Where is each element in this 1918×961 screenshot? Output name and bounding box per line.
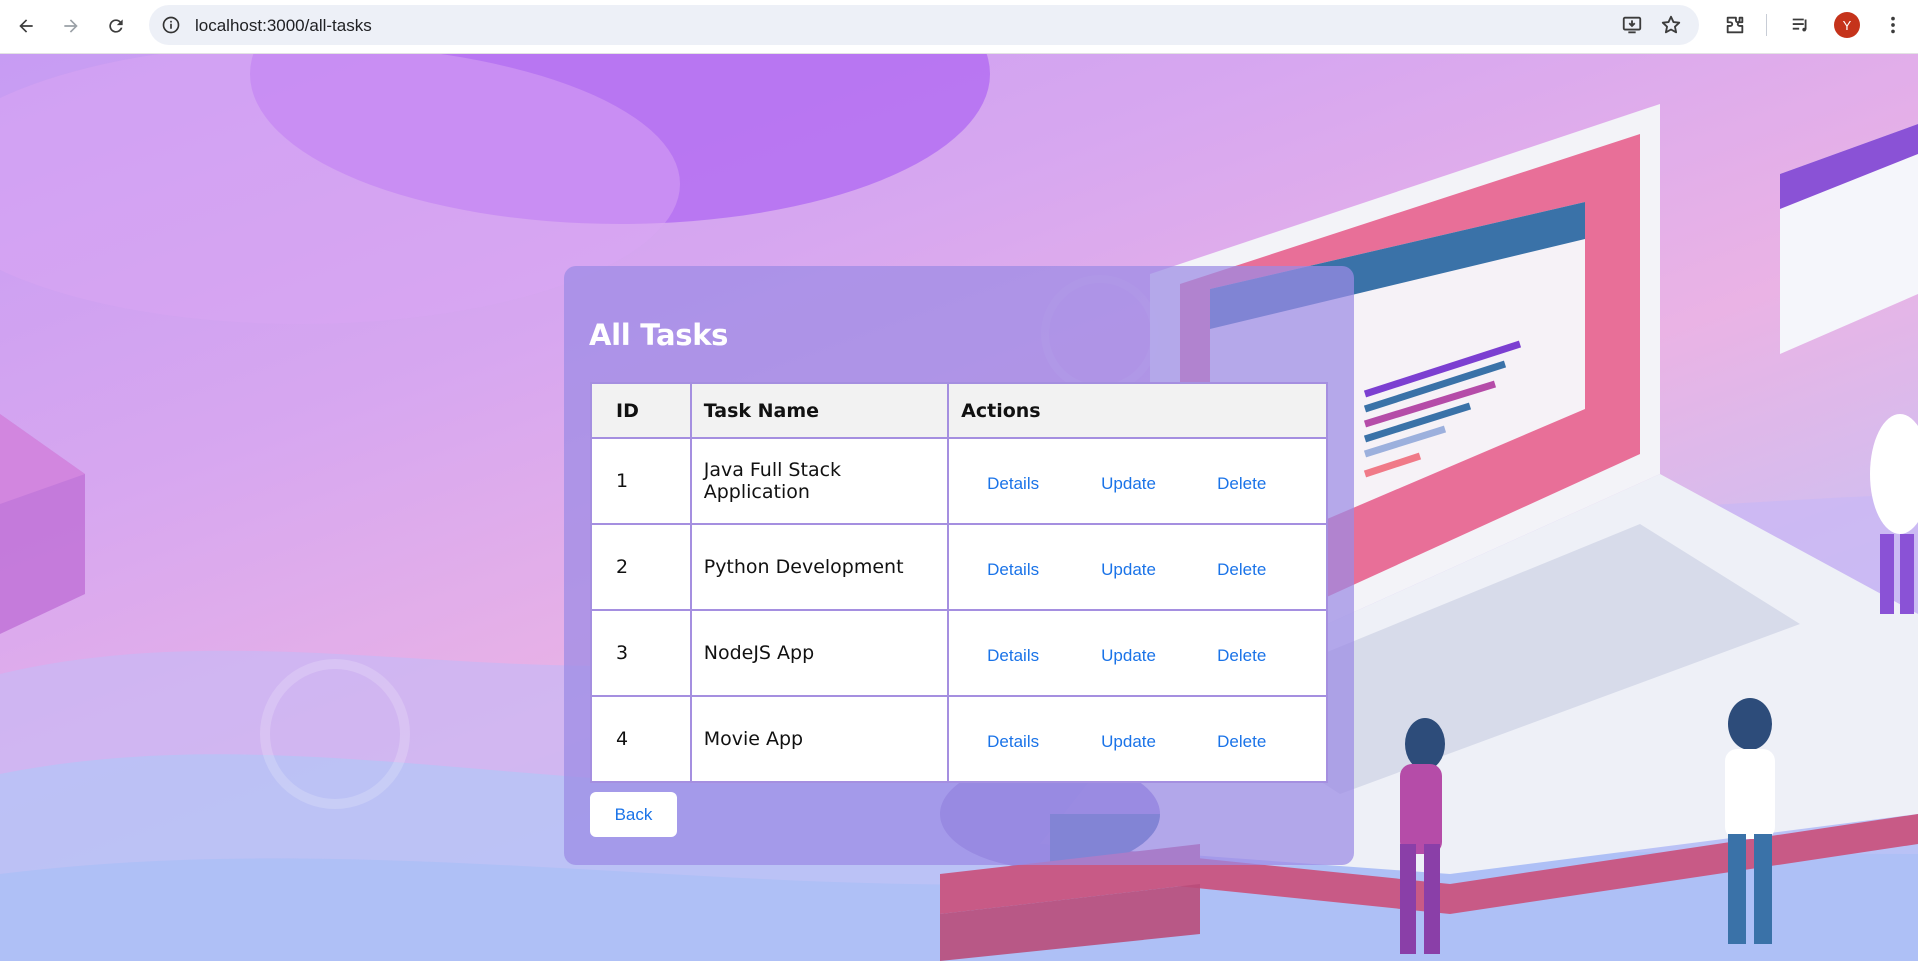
details-link[interactable]: Details (987, 646, 1101, 666)
task-id-cell: 4 (590, 695, 692, 783)
update-link[interactable]: Update (1101, 732, 1217, 752)
column-header-id: ID (590, 382, 692, 439)
details-link[interactable]: Details (987, 732, 1101, 752)
media-queue-icon[interactable] (1788, 12, 1814, 38)
delete-link[interactable]: Delete (1217, 474, 1266, 494)
task-name-cell: Python Development (689, 523, 950, 611)
actions-cell: Details Update Delete (947, 695, 1328, 783)
actions-cell: Details Update Delete (947, 523, 1328, 611)
page-background: All Tasks ID Task Name Actions 1 Java Fu… (0, 54, 1918, 961)
task-id-cell: 1 (590, 437, 692, 525)
back-arrow-icon[interactable] (9, 9, 43, 43)
actions-cell: Details Update Delete (947, 609, 1328, 697)
task-name-cell: NodeJS App (689, 609, 950, 697)
profile-avatar[interactable]: Y (1834, 12, 1860, 38)
tasks-table: ID Task Name Actions 1 Java Full Stack A… (590, 382, 1328, 783)
column-header-task-name: Task Name (689, 382, 950, 439)
actions-cell: Details Update Delete (947, 437, 1328, 525)
extensions-puzzle-icon[interactable] (1722, 12, 1748, 38)
page-title: All Tasks (589, 318, 729, 352)
details-link[interactable]: Details (987, 474, 1101, 494)
column-header-actions: Actions (947, 382, 1328, 439)
reload-icon[interactable] (99, 9, 133, 43)
bookmark-star-icon[interactable] (1659, 13, 1683, 37)
tasks-panel: All Tasks ID Task Name Actions 1 Java Fu… (564, 266, 1354, 865)
table-row: 1 Java Full Stack Application Details Upd… (590, 437, 1328, 525)
forward-arrow-icon[interactable] (54, 9, 88, 43)
table-header-row: ID Task Name Actions (590, 382, 1328, 439)
table-row: 4 Movie App Details Update Delete (590, 695, 1328, 783)
delete-link[interactable]: Delete (1217, 646, 1266, 666)
back-button[interactable]: Back (590, 792, 677, 837)
address-bar[interactable]: localhost:3000/all-tasks (149, 5, 1699, 45)
delete-link[interactable]: Delete (1217, 732, 1266, 752)
table-row: 2 Python Development Details Update Delete (590, 523, 1328, 611)
delete-link[interactable]: Delete (1217, 560, 1266, 580)
task-name-cell: Movie App (689, 695, 950, 783)
install-app-icon[interactable] (1620, 13, 1644, 37)
task-id-cell: 3 (590, 609, 692, 697)
task-name-cell: Java Full Stack Application (689, 437, 950, 525)
update-link[interactable]: Update (1101, 646, 1217, 666)
table-row: 3 NodeJS App Details Update Delete (590, 609, 1328, 697)
toolbar-divider (1766, 14, 1767, 36)
task-id-cell: 2 (590, 523, 692, 611)
details-link[interactable]: Details (987, 560, 1101, 580)
site-info-icon[interactable] (159, 13, 183, 37)
update-link[interactable]: Update (1101, 474, 1217, 494)
update-link[interactable]: Update (1101, 560, 1217, 580)
browser-toolbar: localhost:3000/all-tasks Y (0, 0, 1918, 54)
url-text[interactable]: localhost:3000/all-tasks (195, 16, 372, 36)
kebab-menu-icon[interactable] (1880, 12, 1906, 38)
